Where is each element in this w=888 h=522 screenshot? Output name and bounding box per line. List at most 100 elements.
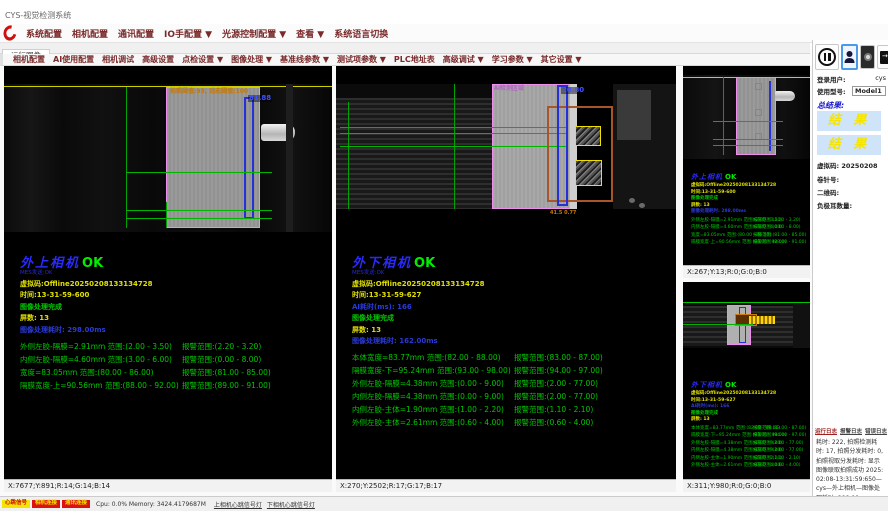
camera-title: 外下相机OK (352, 254, 672, 270)
exit-icon (880, 51, 888, 64)
login-user-row: 登录用户: cys (817, 74, 886, 84)
barcode-line: 虚拟码:Offline20250208133134728 (20, 281, 328, 288)
menu-item[interactable]: AI使用配置 (49, 54, 98, 65)
process-done-line: 图像处理完成 (20, 304, 328, 311)
measure-note: 41.5 0.77 (550, 211, 576, 216)
menu-item[interactable]: 相机调试 (98, 54, 138, 65)
time-line: 时间:13-31-59-600 (691, 191, 808, 196)
elapsed-line: 图像处理耗时: 162.00ms (352, 338, 672, 345)
indicator-icon (864, 53, 872, 61)
pause-icon (818, 48, 836, 66)
measurement-row: 宽度=83.05mm 范围:(80.00 - 86.00)报警范围:(81.00… (691, 234, 808, 239)
camera-image-view[interactable]: 20.80 AI检测区域 41.5 0.77 (336, 84, 676, 232)
menu-item[interactable]: 相机配置 (9, 54, 49, 65)
menu-item[interactable]: 测试项参数 ▼ (333, 54, 390, 65)
grid-line (340, 133, 568, 134)
status-badge: 相机连接 (32, 500, 60, 508)
frame-count-line: 屏数: 13 (691, 418, 808, 423)
status-ok: OK (725, 381, 736, 389)
measure-marker (755, 83, 762, 90)
status-badge: 通讯连接 (62, 500, 90, 508)
login-user-label: 登录用户: (817, 74, 846, 84)
grid-line (340, 127, 568, 128)
window-titlebar: CYS-视觉检测系统 (0, 8, 888, 24)
measurement-row: 隔膜宽度-下=95.24mm 范围:(93.00 - 98.00)报警范围:(9… (691, 434, 808, 439)
menu-item[interactable]: 系统语言切换 (329, 27, 393, 40)
measure-value-label: 20.80 (561, 87, 585, 94)
barcode-line: 虚拟码:Offline20250208133134728 (352, 281, 672, 288)
pause-button[interactable] (815, 44, 839, 70)
camera-name: 外下相机 (691, 381, 723, 389)
camera-image-view[interactable] (683, 302, 810, 348)
tab-row: 运行图像 (0, 43, 810, 54)
log-tabs: 运行日志报警日志错误日志 (815, 427, 887, 435)
camera-image-view[interactable] (683, 75, 810, 159)
elapsed-line: 图像处理耗时: 298.00ms (691, 210, 808, 215)
statusbar-link[interactable]: 上相机心跳信号灯 (214, 500, 262, 509)
log-tab[interactable]: 报警日志 (840, 427, 862, 435)
electrode-tab (775, 91, 795, 101)
menu-item[interactable]: 查看 ▼ (291, 27, 329, 40)
result-box-2: 结 果 (817, 135, 881, 155)
user-button[interactable] (841, 44, 858, 70)
measurement-rows: 本体宽度=83.77mm 范围:(82.00 - 88.00)报警范围:(83.… (352, 354, 672, 427)
pixel-status-bar: X:311;Y:980;R:0;G:0;B:0 (683, 479, 810, 492)
grid-line (126, 210, 272, 211)
menu-item[interactable]: 通讯配置 (113, 27, 159, 40)
menu-item[interactable]: 图像处理 ▼ (227, 54, 276, 65)
grid-line (713, 145, 783, 146)
measure-box (769, 81, 771, 151)
camera-name: 外上相机 (20, 256, 80, 271)
ai-elapsed-line: AI耗时(ms): 166 (352, 304, 672, 311)
measurement-row: 隔膜宽度-上=90.56mm 范围:(88.00 - 92.00)报警范围:(8… (20, 382, 328, 390)
camera-title: 外下相机OK (691, 374, 808, 390)
menu-item[interactable]: 高级设置 (138, 54, 178, 65)
app-logo-icon (1, 23, 18, 44)
toolbar: 相机配置AI使用配置相机调试高级设置点检设置 ▼图像处理 ▼基准线参数 ▼测试项… (0, 54, 810, 66)
menu-item[interactable]: 光源控制配置 ▼ (217, 27, 291, 40)
ai-elapsed-line: AI耗时(ms): 166 (691, 405, 808, 410)
result-text-block: 外下相机OK 虚拟码:Offline20250208133134728 时间:1… (691, 374, 808, 469)
grid-line (340, 146, 568, 147)
frame-count-line: 屏数: 13 (20, 315, 328, 322)
pixel-status-bar: X:267;Y:13;R:0;G:0;B:0 (683, 265, 810, 278)
menu-item[interactable]: 学习参数 ▼ (488, 54, 537, 65)
grid-line (126, 87, 127, 228)
log-tab[interactable]: 运行日志 (815, 427, 837, 435)
ai-region-note: AI检测区域 (494, 86, 524, 92)
menu-item[interactable]: 其它设置 ▼ (537, 54, 586, 65)
elapsed-line: 图像处理耗时: 298.00ms (20, 327, 328, 334)
measurement-row: 外侧左胶-主体=2.61mm 范围:(0.60 - 4.00)报警范围:(0.6… (352, 419, 672, 427)
grid-line (713, 121, 783, 122)
menu-item[interactable]: 系统配置 (21, 27, 67, 40)
process-done-line: 图像处理完成 (691, 412, 808, 417)
menu-item[interactable]: 点检设置 ▼ (178, 54, 227, 65)
menu-item[interactable]: 相机配置 (67, 27, 113, 40)
main-area: 拍照阈值:93, 动态阈值:100 81.88 外上相机OK MES发送:OK … (0, 66, 812, 496)
highlight-blob (749, 316, 775, 324)
statusbar-link[interactable]: 下相机心跳信号灯 (267, 500, 315, 509)
grid-line (166, 202, 167, 228)
measurement-row: 宽度=83.05mm 范围:(80.00 - 86.00)报警范围:(81.00… (20, 369, 328, 377)
grid-line (126, 218, 272, 219)
exit-button[interactable] (877, 45, 888, 69)
menu-item[interactable]: IO手配置 ▼ (159, 27, 217, 40)
barcode-line: 虚拟码:Offline20250208133134728 (691, 392, 808, 397)
menu-item[interactable]: PLC地址表 (390, 54, 439, 65)
menu-item[interactable]: 基准线参数 ▼ (276, 54, 333, 65)
camera-image-view[interactable]: 拍照阈值:93, 动态阈值:100 81.88 (4, 84, 332, 232)
result-box-1: 结 果 (817, 111, 881, 131)
total-result-label: 总结果: (817, 100, 844, 111)
indicator-button[interactable] (860, 45, 875, 69)
log-tab[interactable]: 错误日志 (865, 427, 887, 435)
camera-title: 外上相机OK (20, 254, 328, 270)
control-panel: 登录用户: cys 使用型号: Model1 总结果: 结 果 结 果 虚拟码:… (812, 40, 888, 508)
grid-line (348, 102, 349, 209)
qr-code-label: 二维码: (817, 187, 839, 197)
model-label: 使用型号: (817, 86, 846, 96)
grid-line (723, 77, 724, 155)
model-input[interactable]: Model1 (852, 86, 886, 96)
login-user-value: cys (875, 74, 886, 84)
menu-item[interactable]: 高级调试 ▼ (439, 54, 488, 65)
camera-name: 外下相机 (352, 256, 412, 271)
